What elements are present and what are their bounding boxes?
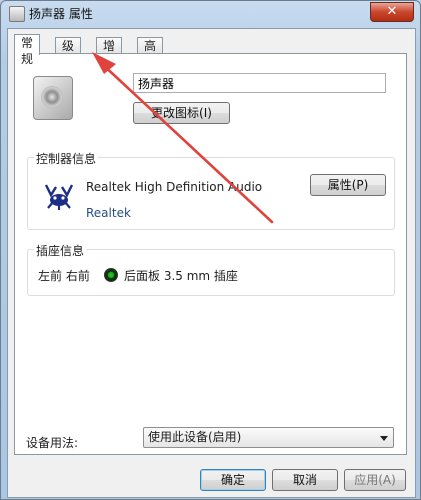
device-usage-label: 设备用法: <box>26 436 79 450</box>
apply-button[interactable]: 应用(A) <box>344 469 406 491</box>
speaker-app-icon <box>9 6 25 22</box>
jack-position: 左前 右前 <box>38 269 90 283</box>
jack-info-group: 插座信息 左前 右前 后面板 3.5 mm 插座 <box>27 242 395 296</box>
jack-description: 后面板 3.5 mm 插座 <box>124 269 238 283</box>
device-usage-select[interactable]: 使用此设备(启用) <box>143 427 394 448</box>
window-title: 扬声器 属性 <box>29 7 93 21</box>
change-icon-button[interactable]: 更改图标(I) <box>133 102 230 124</box>
controller-info-group: 控制器信息 Realtek High Definition Audio Real… <box>27 150 395 230</box>
general-tab-panel: 更改图标(I) 控制器信息 Realtek High Definition Au… <box>14 53 407 455</box>
realtek-crab-icon <box>44 184 74 210</box>
tab-general[interactable]: 常规 <box>14 34 41 66</box>
ok-button[interactable]: 确定 <box>200 469 266 491</box>
properties-window: 扬声器 属性 ✕ 常规 级别 增强 高级 更改图标(I) 控制器信息 <box>0 0 421 500</box>
controller-properties-button[interactable]: 属性(P) <box>310 174 386 196</box>
controller-vendor: Realtek <box>86 206 131 220</box>
close-button[interactable]: ✕ <box>370 2 414 22</box>
title-bar[interactable]: 扬声器 属性 ✕ <box>1 1 420 25</box>
tab-advanced[interactable]: 高级 <box>137 37 164 69</box>
device-name-input[interactable] <box>133 73 386 93</box>
controller-info-label: 控制器信息 <box>34 150 99 167</box>
device-usage-value: 使用此设备(启用) <box>148 430 242 444</box>
controller-name: Realtek High Definition Audio <box>86 180 263 194</box>
jack-color-icon <box>104 268 118 282</box>
cancel-button[interactable]: 取消 <box>272 469 338 491</box>
tab-enhancements[interactable]: 增强 <box>96 37 123 69</box>
tab-levels[interactable]: 级别 <box>55 37 82 69</box>
dialog-client-area: 常规 级别 增强 高级 更改图标(I) 控制器信息 Realtek High D… <box>7 28 416 498</box>
jack-info-label: 插座信息 <box>34 242 87 259</box>
speaker-icon <box>33 76 73 120</box>
chevron-down-icon <box>380 436 388 441</box>
